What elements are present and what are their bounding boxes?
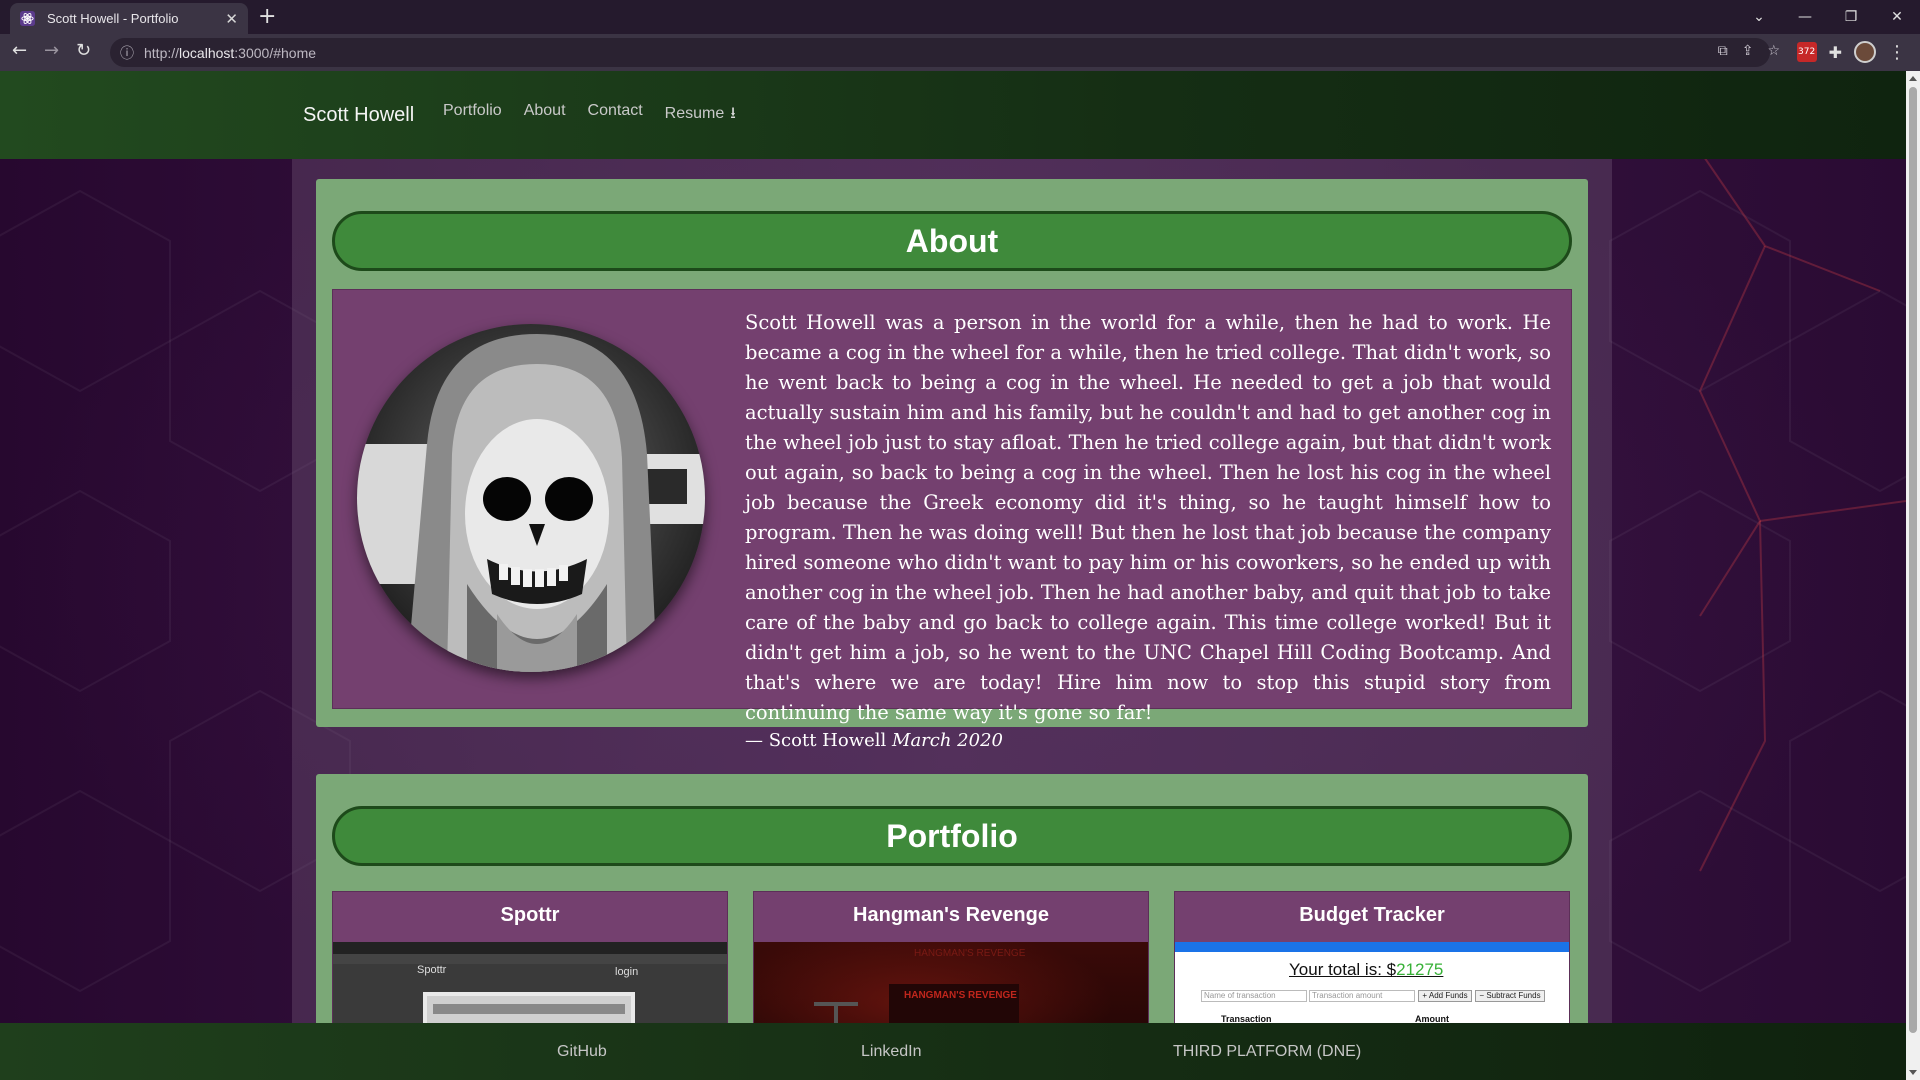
- url-rest: :3000/#home: [234, 44, 317, 61]
- extensions-puzzle-icon[interactable]: ✚: [1829, 43, 1842, 62]
- tab-title: Scott Howell - Portfolio: [47, 11, 179, 26]
- thumb-add-button: + Add Funds: [1418, 990, 1472, 1002]
- download-icon: ⭳: [730, 104, 736, 122]
- url-prefix: http://: [144, 44, 180, 61]
- nav-link-about[interactable]: About: [524, 102, 566, 129]
- browser-menu-icon[interactable]: ⋮: [1888, 42, 1906, 63]
- portfolio-heading: Portfolio: [332, 806, 1572, 866]
- footer-link-linkedin[interactable]: LinkedIn: [861, 1043, 922, 1061]
- window-controls: ⌄ — ❐ ✕: [1736, 0, 1920, 34]
- extension-badge-icon[interactable]: 372: [1796, 42, 1817, 62]
- page-scrollbar[interactable]: [1906, 71, 1920, 1080]
- thumb-title: HANGMAN'S REVENGE: [904, 990, 1017, 1001]
- bookmark-star-icon[interactable]: ☆: [1767, 43, 1780, 59]
- about-section: About Scott Howell was a person in the w…: [316, 179, 1588, 751]
- footer-link-github[interactable]: GitHub: [557, 1043, 607, 1061]
- thumb-title-bg: HANGMAN'S REVENGE: [914, 948, 1026, 959]
- scrollbar-thumb[interactable]: [1909, 87, 1917, 1033]
- project-title: Spottr: [500, 904, 560, 926]
- nav-link-resume-wrapper[interactable]: Resume ⭳: [665, 102, 736, 129]
- extensions-area: 372 ✚ ⋮: [1796, 41, 1906, 63]
- about-heading: About: [332, 211, 1572, 271]
- about-citation: — Scott Howell March 2020: [745, 728, 1551, 754]
- project-title: Hangman's Revenge: [853, 904, 1049, 926]
- thumb-name-input: Name of transaction: [1201, 990, 1307, 1002]
- thumb-total-label: Your total is: $: [1289, 960, 1397, 979]
- minimize-icon[interactable]: —: [1782, 9, 1828, 25]
- thumb-nav-title: Spottr: [417, 964, 447, 976]
- content-column: About Scott Howell was a person in the w…: [292, 159, 1612, 1080]
- about-card: Scott Howell was a person in the world f…: [332, 289, 1572, 751]
- open-in-app-icon[interactable]: ⧉: [1718, 43, 1728, 59]
- site-navbar: Scott Howell Portfolio About Contact Res…: [0, 71, 1906, 159]
- site-footer: GitHub LinkedIn THIRD PLATFORM (DNE): [0, 1023, 1906, 1080]
- footer-link-third-platform[interactable]: THIRD PLATFORM (DNE): [1173, 1043, 1361, 1061]
- thumb-amount-input: Transaction amount: [1309, 990, 1415, 1002]
- reload-icon[interactable]: ↻: [76, 40, 91, 61]
- nav-link-resume[interactable]: Resume: [665, 105, 725, 122]
- thumb-nav-link: login: [615, 966, 639, 978]
- thumb-total: Your total is: $21275: [1289, 960, 1443, 980]
- about-paragraph: Scott Howell was a person in the world f…: [745, 311, 1551, 724]
- new-tab-button[interactable]: +: [258, 4, 276, 29]
- omnibox-actions: ⧉ ⇪ ☆: [1718, 43, 1780, 59]
- share-icon[interactable]: ⇪: [1742, 43, 1754, 59]
- citation-author: — Scott Howell: [745, 730, 887, 751]
- scroll-up-icon[interactable]: [1909, 76, 1917, 81]
- profile-portrait: [357, 324, 705, 672]
- scroll-down-icon[interactable]: [1909, 1070, 1917, 1075]
- close-tab-icon[interactable]: ✕: [225, 10, 238, 28]
- project-title: Budget Tracker: [1299, 904, 1445, 926]
- back-icon[interactable]: ←: [12, 40, 27, 61]
- browser-tab[interactable]: Scott Howell - Portfolio ✕: [10, 3, 248, 34]
- about-text: Scott Howell was a person in the world f…: [745, 308, 1551, 754]
- nav-link-portfolio[interactable]: Portfolio: [443, 102, 502, 129]
- close-window-icon[interactable]: ✕: [1874, 9, 1920, 25]
- thumb-total-value: 21275: [1396, 960, 1444, 979]
- forward-icon[interactable]: →: [44, 40, 59, 61]
- brand-link[interactable]: Scott Howell: [303, 104, 414, 127]
- address-bar[interactable]: ⓘ http://localhost:3000/#home: [110, 38, 1770, 67]
- profile-avatar[interactable]: [1854, 41, 1876, 63]
- url-host: localhost: [179, 44, 235, 61]
- react-icon: [20, 11, 35, 26]
- restore-icon[interactable]: ❐: [1828, 9, 1874, 25]
- nav-link-contact[interactable]: Contact: [588, 102, 643, 129]
- site-info-icon[interactable]: ⓘ: [120, 43, 134, 63]
- browser-toolbar: ← → ↻ ⓘ http://localhost:3000/#home ⧉ ⇪ …: [0, 34, 1920, 71]
- nav-links: Portfolio About Contact Resume ⭳: [443, 102, 736, 129]
- thumb-subtract-button: − Subtract Funds: [1475, 990, 1545, 1002]
- tab-search-icon[interactable]: ⌄: [1736, 9, 1782, 25]
- citation-date: March 2020: [892, 730, 1003, 751]
- page-viewport: Scott Howell Portfolio About Contact Res…: [0, 71, 1906, 1080]
- browser-tab-strip: Scott Howell - Portfolio ✕ + ⌄ — ❐ ✕: [0, 0, 1920, 34]
